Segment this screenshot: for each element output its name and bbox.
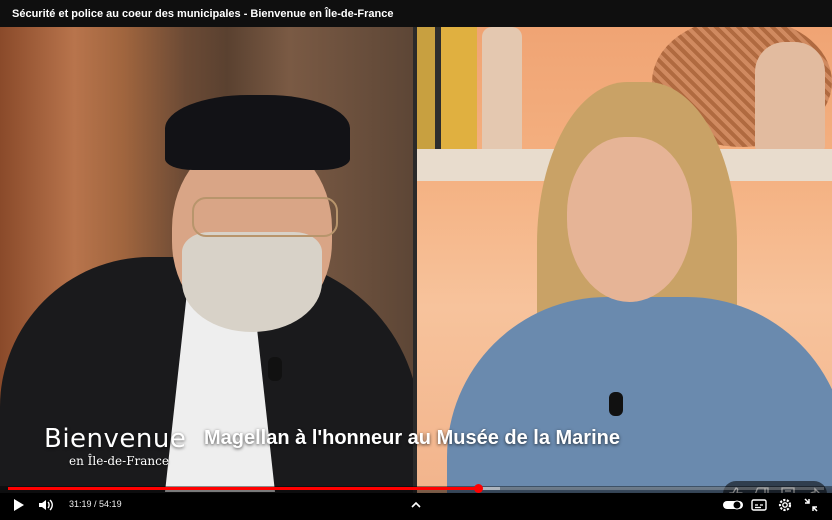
play-icon[interactable] [9, 496, 27, 514]
guest-cap [165, 95, 350, 170]
current-time: 31:19 [69, 499, 92, 509]
lapel-mic-right [609, 392, 623, 416]
shelf-vase [482, 27, 522, 151]
video-title[interactable]: Sécurité et police au coeur des municipa… [12, 8, 393, 20]
show-logo-sub: en Île-de-France [69, 454, 169, 468]
autoplay-toggle-icon[interactable] [722, 496, 744, 514]
video-title-bar: Sécurité et police au coeur des municipa… [0, 0, 832, 27]
show-logo: Bienvenue [44, 424, 187, 454]
guest-glasses [192, 197, 338, 237]
host-face [567, 137, 692, 302]
chevron-up-icon[interactable] [407, 496, 425, 514]
shelf-books [417, 27, 477, 151]
volume-icon[interactable] [37, 496, 55, 514]
progress-scrubber[interactable] [473, 484, 483, 493]
shelf-vase-right [755, 42, 825, 152]
gear-icon[interactable] [776, 496, 794, 514]
subtitles-icon[interactable] [750, 496, 768, 514]
time-display: 31:19 / 54:19 [69, 499, 122, 509]
video-frame[interactable]: Bienvenue en Île-de-France Magellan à l'… [0, 27, 832, 493]
host-denim-shirt [447, 297, 832, 493]
lapel-mic-left [268, 357, 282, 381]
progress-played[interactable] [8, 487, 479, 490]
segment-headline: Magellan à l'honneur au Musée de la Mari… [204, 427, 620, 449]
exit-fullscreen-icon[interactable] [802, 496, 820, 514]
guest-beard [182, 232, 322, 332]
duration: 54:19 [99, 499, 122, 509]
time-separator: / [91, 499, 100, 509]
right-camera-panel [417, 27, 832, 493]
